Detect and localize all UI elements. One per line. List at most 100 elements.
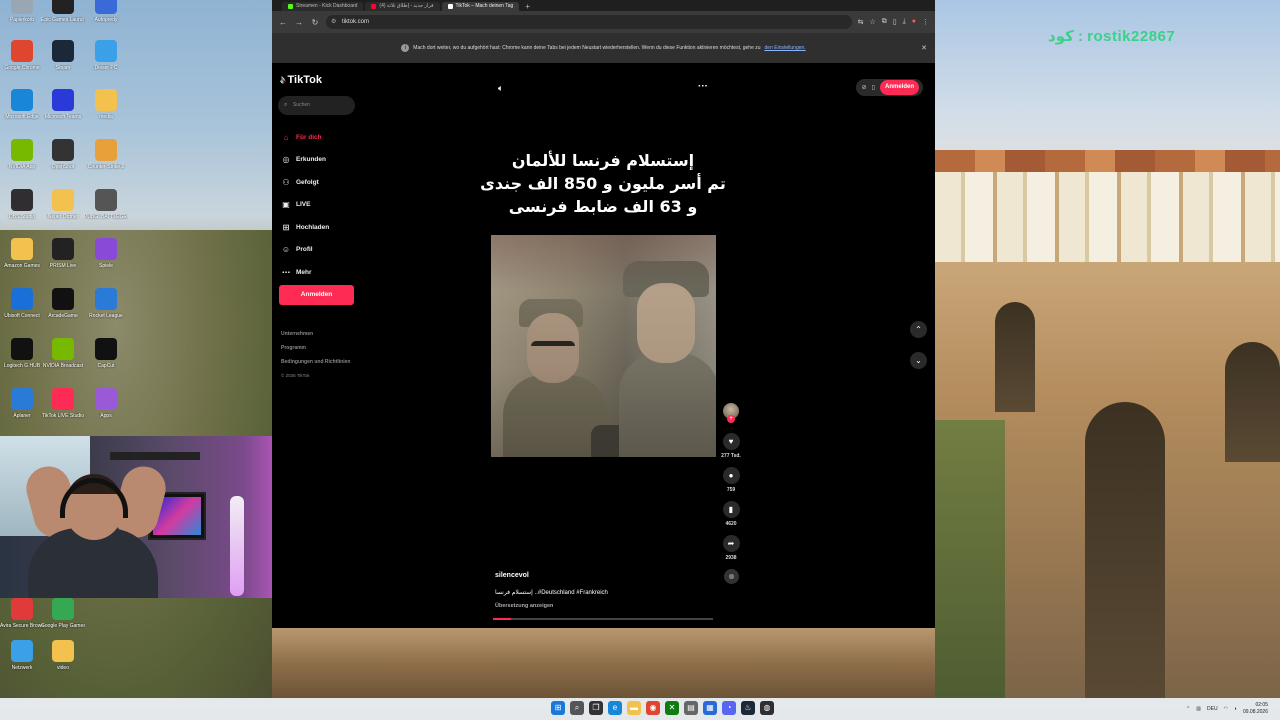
desktop-icon[interactable]: Google Chrome	[0, 40, 44, 71]
wifi-icon[interactable]: ◠	[1224, 706, 1228, 712]
xbox-icon[interactable]: ✕	[665, 701, 679, 715]
tiktok-logo[interactable]: ♪ TikTok	[280, 74, 322, 86]
volume-icon[interactable]: 🔈︎	[498, 83, 503, 94]
notepad-icon[interactable]: ▤	[684, 701, 698, 715]
desktop-icon[interactable]: Autopredy	[84, 0, 128, 23]
close-icon[interactable]: ✕	[921, 44, 927, 52]
video-player[interactable]	[491, 235, 716, 457]
desktop-icon[interactable]: NVIDIA Broadcast	[41, 338, 85, 369]
sidebar-nav-item[interactable]: ⚇ Gefolgt	[281, 171, 361, 194]
browser-tab-tiktok[interactable]: TikTok – Mach deinen Tag	[441, 2, 520, 11]
previous-video-chevron-up-icon[interactable]: ⌃	[910, 321, 927, 338]
desktop-icon[interactable]: Logitech G HUB	[0, 338, 44, 369]
next-video-chevron-down-icon[interactable]: ⌄	[910, 352, 927, 369]
desktop-icon[interactable]: PRISM Live	[41, 238, 85, 269]
sidebar-nav-label: Für dich	[296, 133, 322, 141]
search-icon[interactable]: ⌕	[570, 701, 584, 715]
comment-icon[interactable]: ●	[722, 467, 740, 484]
discord-icon[interactable]: ◔	[722, 701, 736, 715]
desktop-icon[interactable]: Google Play Games	[41, 598, 85, 629]
footer-link-terms[interactable]: Bedingungen und Richtlinien	[281, 355, 350, 369]
desktop-icon[interactable]: Ubisoft Connect	[0, 288, 44, 319]
show-translation-link[interactable]: Übersetzung anzeigen	[495, 603, 553, 609]
desktop-icon[interactable]: Amazon Games	[0, 238, 44, 269]
speaker-icon[interactable]: ◖	[1234, 706, 1237, 712]
desktop-icon[interactable]: Counter-Strike 2	[84, 139, 128, 170]
side-panel-icon[interactable]: ▯	[893, 18, 897, 26]
creator-name[interactable]: silencevol	[495, 572, 529, 579]
desktop-icon[interactable]: Avira Secure Browser	[0, 598, 44, 629]
bookmark-icon[interactable]: ▮	[722, 501, 740, 518]
music-disc-icon[interactable]	[723, 569, 739, 584]
infobar-settings-link[interactable]: den Einstellungen.	[765, 45, 806, 51]
desktop-icon[interactable]: TikTok LIVE Studio	[41, 388, 85, 419]
share-icon[interactable]: ➦	[722, 535, 740, 552]
extensions-icon[interactable]: ⧉	[882, 18, 887, 26]
desktop-icon[interactable]: Aplaner	[0, 388, 44, 419]
download-icon[interactable]: ⤓	[903, 18, 906, 26]
desktop-icon[interactable]: PUBG: BATTLEGROUNDS	[84, 189, 128, 220]
chrome-menu-icon[interactable]: ⋮	[922, 18, 929, 26]
new-tab-button[interactable]: +	[521, 2, 534, 11]
video-progress-bar[interactable]	[493, 618, 713, 620]
desktop-icon[interactable]: media	[84, 89, 128, 120]
creator-avatar[interactable]: +	[723, 403, 739, 423]
desktop-icon[interactable]: video	[41, 640, 85, 671]
desktop-icon[interactable]: Rocket League	[84, 288, 128, 319]
desktop-icon[interactable]: Papierkorb	[0, 0, 44, 23]
desktop-icon[interactable]: NVIDIA App	[0, 139, 44, 170]
file-explorer-icon[interactable]: ▬	[627, 701, 641, 715]
desktop-icon[interactable]: Dieser PC	[84, 40, 128, 71]
translate-icon[interactable]: ⇆	[858, 18, 864, 26]
edge-icon[interactable]: e	[608, 701, 622, 715]
profile-avatar-icon[interactable]: ●	[912, 18, 916, 26]
back-arrow-icon[interactable]: ←	[278, 18, 288, 27]
coins-icon[interactable]: ⊘	[862, 84, 867, 91]
desktop-icon[interactable]: OBS Studio	[0, 189, 44, 220]
clock[interactable]: 02:05 09.08.2026	[1243, 702, 1268, 716]
desktop-icon[interactable]: Netzwerk	[0, 640, 44, 671]
desktop-icon[interactable]: Microsoft Teams	[41, 89, 85, 120]
ms-store-icon[interactable]: ▦	[703, 701, 717, 715]
more-options-icon[interactable]: ···	[698, 81, 708, 92]
footer-link-program[interactable]: Programm	[281, 341, 350, 355]
bookmark-star-icon[interactable]: ☆	[870, 18, 876, 26]
windows-start-icon[interactable]: ⊞	[551, 701, 565, 715]
sidebar-nav-item[interactable]: ⊞ Hochladen	[281, 216, 361, 239]
address-bar[interactable]: ⚙ tiktok.com	[326, 15, 852, 29]
header-login-button[interactable]: Anmelden	[879, 80, 919, 95]
browser-tab-youtube[interactable]: (4) قرار جديد - إطلاق ثلاثة	[365, 2, 440, 11]
desktop-icon[interactable]: Microsoft Edge	[0, 89, 44, 120]
task-view-icon[interactable]: ❐	[589, 701, 603, 715]
footer-link-company[interactable]: Unternehmen	[281, 327, 350, 341]
chrome-icon[interactable]: ◉	[646, 701, 660, 715]
steam-icon[interactable]: ♨	[741, 701, 755, 715]
obs-icon[interactable]: ◍	[760, 701, 774, 715]
sidebar-nav-item[interactable]: ⌂ Für dich	[281, 126, 361, 149]
forward-arrow-icon[interactable]: →	[294, 18, 304, 27]
sidebar-login-button[interactable]: Anmelden	[279, 285, 354, 305]
sidebar-nav-item[interactable]: ⋯ Mehr	[281, 261, 361, 284]
sidebar-nav-item[interactable]: ▣ LIVE	[281, 194, 361, 217]
desktop-icon-label: Google Play Games	[41, 623, 85, 629]
desktop-icon[interactable]: Steam	[41, 40, 85, 71]
desktop-icon[interactable]: ArcadeGame	[41, 288, 85, 319]
desktop-icon[interactable]: Epic Games Launcher	[41, 0, 85, 23]
heart-icon[interactable]: ♥	[722, 433, 740, 450]
network-icon[interactable]: ▥	[1196, 706, 1201, 712]
follow-plus-icon[interactable]: +	[727, 415, 735, 423]
desktop-icon[interactable]: Neuer Ordner	[41, 189, 85, 220]
device-icon[interactable]: ▯	[872, 84, 875, 91]
desktop-icon[interactable]: Spiele	[84, 238, 128, 269]
desktop-icon[interactable]: OpenShot	[41, 139, 85, 170]
browser-tab-kick[interactable]: Streamen - Kick Dashboard	[282, 2, 364, 11]
site-info-icon[interactable]: ⚙	[331, 15, 336, 29]
language-indicator[interactable]: DEU	[1207, 706, 1218, 712]
search-input[interactable]: ⌕ Suchen	[278, 96, 355, 115]
sidebar-nav-item[interactable]: ◎ Erkunden	[281, 149, 361, 172]
reload-icon[interactable]: ↻	[310, 18, 320, 27]
sidebar-nav-item[interactable]: ☺ Profil	[281, 239, 361, 262]
desktop-icon[interactable]: CapCut	[84, 338, 128, 369]
tray-chevron-up-icon[interactable]: ⌃	[1186, 706, 1190, 712]
desktop-icon[interactable]: Apps	[84, 388, 128, 419]
